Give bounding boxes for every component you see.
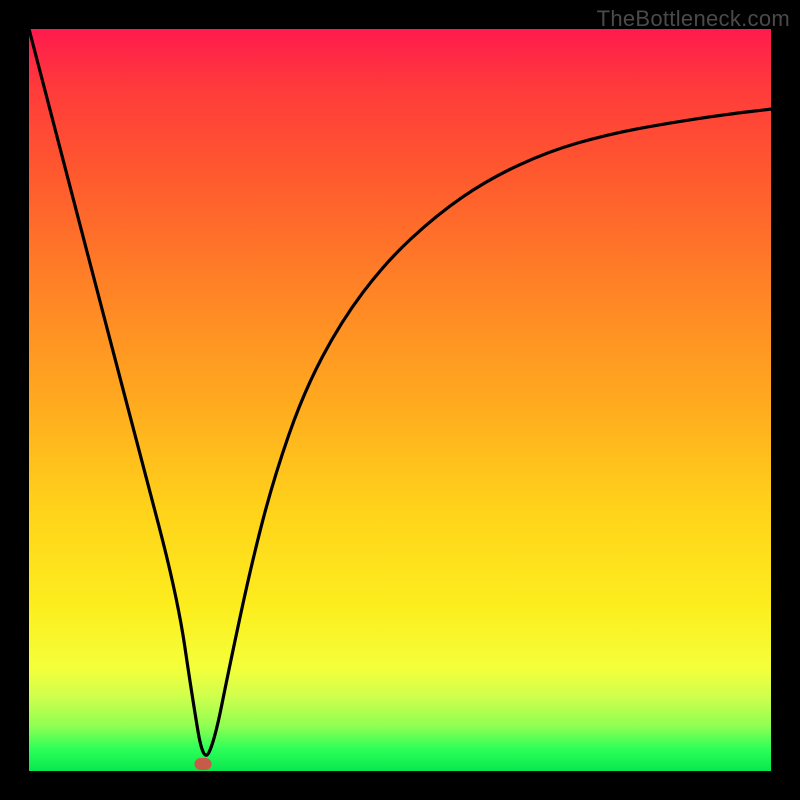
optimum-marker: [195, 758, 212, 770]
bottleneck-curve: [29, 29, 771, 755]
plot-area: [29, 29, 771, 771]
watermark-text: TheBottleneck.com: [597, 6, 790, 32]
chart-container: TheBottleneck.com: [0, 0, 800, 800]
curve-svg: [29, 29, 771, 771]
